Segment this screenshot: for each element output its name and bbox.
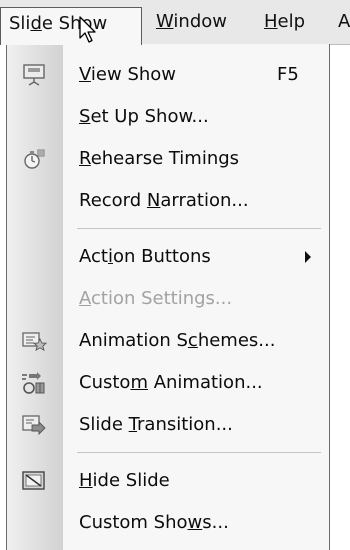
menu-item-set-up-show[interactable]: Set Up Show...	[7, 96, 329, 138]
custom-animation-icon	[21, 371, 47, 395]
menu-item-animation-schemes[interactable]: Animation Schemes...	[7, 320, 329, 362]
menu-item-label: Custom Animation...	[79, 372, 263, 393]
menu-item-label: Custom Shows...	[79, 512, 229, 533]
menu-item-action-buttons[interactable]: Action Buttons	[7, 236, 329, 278]
menu-item-record-narration[interactable]: Record Narration...	[7, 180, 329, 222]
menu-item-label: Action Buttons	[79, 246, 211, 267]
menu-item-label: Slide Transition...	[79, 414, 233, 435]
menubar-truncated[interactable]: A	[338, 0, 350, 44]
menu-item-label: View Show	[79, 64, 177, 85]
menu-item-view-show[interactable]: View Show F5	[7, 54, 329, 96]
menu-item-label: Animation Schemes...	[79, 330, 276, 351]
menu-item-label: Rehearse Timings	[79, 148, 240, 169]
menubar-help-label: Help	[264, 11, 306, 32]
menu-item-rehearse-timings[interactable]: Rehearse Timings	[7, 138, 329, 180]
menu-item-custom-animation[interactable]: Custom Animation...	[7, 362, 329, 404]
projector-screen-icon	[21, 63, 47, 87]
hide-slide-icon	[21, 469, 47, 493]
menubar-window-label: Window	[156, 11, 227, 32]
menu-item-hide-slide[interactable]: Hide Slide	[7, 460, 329, 502]
menubar-truncated-label: A	[338, 11, 350, 32]
menu-item-label: Action Settings...	[79, 288, 233, 309]
slide-show-dropdown-menu: View Show F5 Set Up Show... Rehearse Tim…	[6, 44, 330, 550]
menubar-help[interactable]: Help	[264, 0, 305, 44]
menu-item-label: Record Narration...	[79, 190, 249, 211]
submenu-arrow-icon	[305, 251, 311, 263]
slide-transition-icon	[21, 413, 47, 437]
menu-item-action-settings: Action Settings...	[7, 278, 329, 320]
menu-item-label: Hide Slide	[79, 470, 170, 491]
menu-separator	[77, 228, 321, 229]
shortcut-label: F5	[277, 64, 299, 85]
stopwatch-icon	[21, 147, 47, 171]
menu-item-slide-transition[interactable]: Slide Transition...	[7, 404, 329, 446]
menu-bar: Slide Show Window Help A	[0, 0, 350, 45]
menu-separator	[77, 452, 321, 453]
mouse-cursor-icon	[79, 16, 97, 48]
menu-item-label: Set Up Show...	[79, 106, 209, 127]
menubar-slide-show[interactable]: Slide Show	[0, 7, 142, 45]
menubar-window[interactable]: Window	[156, 0, 227, 44]
menu-item-custom-shows[interactable]: Custom Shows...	[7, 502, 329, 544]
animation-schemes-icon	[21, 329, 48, 353]
